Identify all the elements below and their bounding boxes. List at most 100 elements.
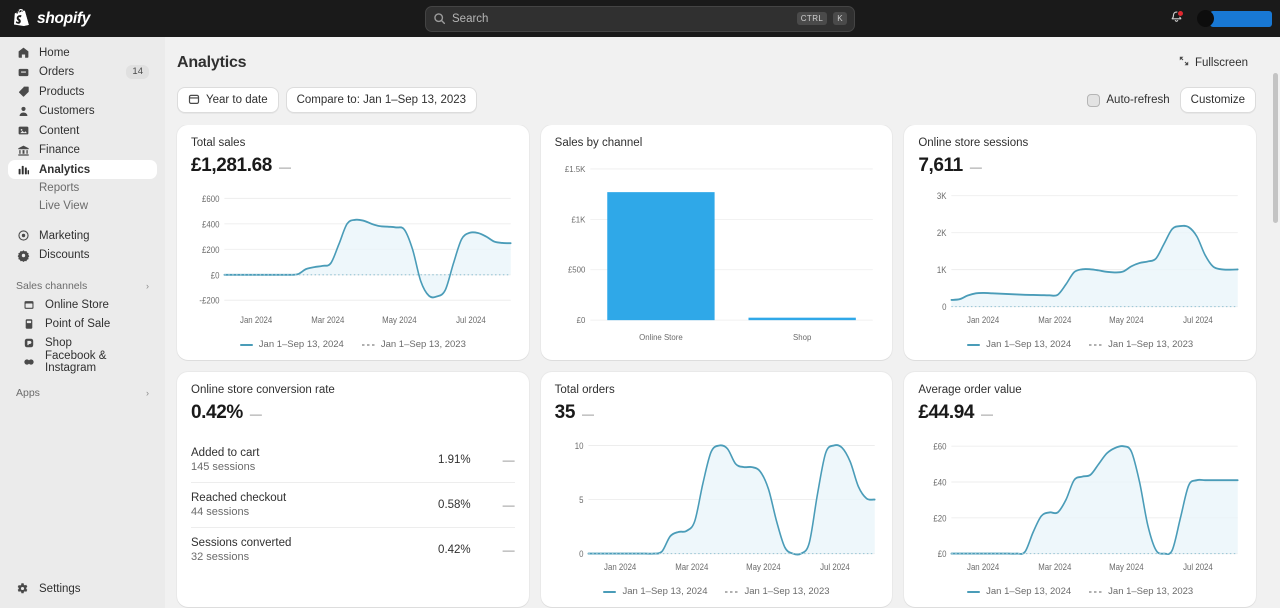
sidebar-item-analytics[interactable]: Analytics bbox=[8, 160, 157, 179]
chart-total-orders[interactable]: 10 5 0 Jan 2024 Mar 2024 May 2024 Jul 2024 bbox=[555, 432, 879, 584]
funnel-step-pct: 1.91% bbox=[438, 454, 471, 466]
funnel-step-delta: — bbox=[502, 543, 515, 557]
card-value-row: 7,611 — bbox=[918, 155, 1242, 177]
gear-icon bbox=[16, 582, 30, 596]
sidebar-subitem-label: Live View bbox=[39, 200, 89, 212]
sidebar-channel-point-of-sale[interactable]: Point of Sale bbox=[8, 315, 157, 334]
expand-arrows-icon bbox=[1178, 55, 1190, 70]
marketing-megaphone-icon bbox=[16, 229, 30, 243]
global-search[interactable]: Search CTRL K bbox=[425, 5, 855, 32]
sales-channels-header[interactable]: Sales channels › bbox=[8, 276, 157, 296]
svg-text:£1K: £1K bbox=[571, 215, 586, 224]
finance-bank-icon bbox=[16, 143, 30, 157]
point-of-sale-icon bbox=[22, 317, 36, 331]
sidebar-item-label: Analytics bbox=[39, 163, 91, 176]
card-title: Total sales bbox=[191, 137, 246, 149]
legend-current-label: Jan 1–Sep 13, 2024 bbox=[986, 339, 1072, 350]
legend-previous: Jan 1–Sep 13, 2023 bbox=[361, 339, 466, 350]
sidebar-item-home[interactable]: Home bbox=[8, 43, 157, 62]
sidebar-item-finance[interactable]: Finance bbox=[8, 141, 157, 160]
sidebar-gap-3 bbox=[0, 372, 165, 383]
card-value-row: 0.42% — bbox=[191, 402, 515, 424]
sidebar-item-settings[interactable]: Settings bbox=[8, 579, 157, 598]
card-delta: — bbox=[969, 160, 982, 174]
sidebar-item-products[interactable]: Products bbox=[8, 82, 157, 101]
sidebar-item-label: Discounts bbox=[39, 249, 90, 261]
page-header: Analytics Fullscreen Year to date Compar… bbox=[165, 37, 1280, 113]
sidebar-channel-online-store[interactable]: Online Store bbox=[8, 296, 157, 315]
svg-text:Jul 2024: Jul 2024 bbox=[1183, 314, 1213, 325]
card-conversion-rate: Online store conversion rate 0.42% — Add… bbox=[177, 372, 529, 607]
funnel-step-sessions: 44 sessions bbox=[191, 506, 250, 518]
compare-to-picker[interactable]: Compare to: Jan 1–Sep 13, 2023 bbox=[285, 87, 478, 113]
legend-solid-swatch bbox=[239, 343, 253, 346]
dashboard-scroll-area[interactable]: Total sales £1,281.68 — £600 £400 £200 £0 -£… bbox=[165, 125, 1280, 608]
vertical-scrollbar[interactable] bbox=[1273, 73, 1278, 223]
card-value-row: £1,281.68 — bbox=[191, 155, 515, 177]
card-total-orders: Total orders 35 — 10 5 0 Jan 2024 Mar 2024 Ma… bbox=[540, 372, 893, 607]
card-delta: — bbox=[981, 407, 994, 421]
funnel-step-name: Reached checkout bbox=[191, 492, 287, 504]
svg-text:£600: £600 bbox=[202, 193, 220, 204]
search-placeholder: Search bbox=[452, 12, 489, 25]
card-total-sales: Total sales £1,281.68 — £600 £400 £200 £0 -£… bbox=[177, 125, 529, 360]
chart-legend: Jan 1–Sep 13, 2024 Jan 1–Sep 13, 2023 bbox=[918, 339, 1242, 350]
svg-text:0: 0 bbox=[579, 548, 584, 559]
svg-text:May 2024: May 2024 bbox=[746, 561, 781, 572]
apps-header[interactable]: Apps › bbox=[8, 383, 157, 403]
legend-current: Jan 1–Sep 13, 2024 bbox=[967, 586, 1071, 597]
page-title-row: Analytics Fullscreen bbox=[177, 51, 1256, 74]
svg-text:£400: £400 bbox=[202, 219, 220, 230]
home-icon bbox=[16, 46, 30, 60]
svg-text:5: 5 bbox=[579, 494, 584, 505]
sidebar-item-customers[interactable]: Customers bbox=[8, 102, 157, 121]
shopify-logo[interactable]: shopify bbox=[0, 9, 165, 28]
sidebar-subitem-reports[interactable]: Reports bbox=[8, 179, 157, 197]
card-average-order-value: Average order value £44.94 — £60 £40 £20 £0… bbox=[904, 372, 1256, 607]
card-delta: — bbox=[278, 160, 291, 174]
fullscreen-button[interactable]: Fullscreen bbox=[1170, 51, 1256, 74]
customers-person-icon bbox=[16, 104, 30, 118]
sidebar-gap-2 bbox=[0, 265, 165, 276]
auto-refresh-checkbox[interactable] bbox=[1087, 93, 1101, 107]
auto-refresh-label: Auto-refresh bbox=[1106, 94, 1170, 106]
sidebar-subitem-live-view[interactable]: Live View bbox=[8, 197, 157, 215]
sidebar-item-orders[interactable]: Orders 14 bbox=[8, 63, 157, 82]
svg-text:2K: 2K bbox=[937, 228, 947, 239]
customize-button[interactable]: Customize bbox=[1179, 87, 1256, 113]
funnel-row[interactable]: Reached checkout 44 sessions 0.58% — bbox=[191, 482, 515, 527]
sidebar-item-marketing[interactable]: Marketing bbox=[8, 226, 157, 245]
svg-text:1K: 1K bbox=[937, 264, 947, 275]
notifications-button[interactable] bbox=[1163, 6, 1189, 32]
calendar-icon bbox=[188, 93, 200, 108]
funnel-row[interactable]: Sessions converted 32 sessions 0.42% — bbox=[191, 527, 515, 572]
conversion-funnel: Added to cart 145 sessions 1.91% — Reach… bbox=[191, 438, 515, 572]
chart-sales-by-channel[interactable]: £1.5K £1K £500 £0 Online Store Shop bbox=[555, 161, 879, 350]
sidebar-item-discounts[interactable]: Discounts bbox=[8, 246, 157, 265]
funnel-row[interactable]: Added to cart 145 sessions 1.91% — bbox=[191, 438, 515, 482]
svg-text:£0: £0 bbox=[938, 548, 947, 559]
svg-text:Jul 2024: Jul 2024 bbox=[456, 314, 486, 325]
discounts-icon bbox=[16, 248, 30, 262]
svg-text:May 2024: May 2024 bbox=[1109, 314, 1144, 325]
card-title: Average order value bbox=[918, 384, 1022, 396]
sidebar-channel-label: Point of Sale bbox=[45, 318, 111, 330]
sidebar-item-content[interactable]: Content bbox=[8, 121, 157, 140]
date-range-picker[interactable]: Year to date bbox=[177, 87, 279, 113]
legend-current-label: Jan 1–Sep 13, 2024 bbox=[258, 339, 344, 350]
auto-refresh-toggle[interactable]: Auto-refresh bbox=[1087, 93, 1170, 107]
avatar-name-redacted bbox=[1210, 10, 1272, 27]
svg-text:£200: £200 bbox=[202, 244, 220, 255]
brand-name: shopify bbox=[37, 9, 91, 27]
sidebar-channel-facebook-instagram[interactable]: Facebook & Instagram bbox=[8, 350, 157, 374]
svg-text:3K: 3K bbox=[937, 191, 947, 202]
chart-online-store-sessions[interactable]: 3K 2K 1K 0 Jan 2024 Mar 2024 May 2024 Jul 2024 bbox=[918, 185, 1242, 337]
chart-average-order-value[interactable]: £60 £40 £20 £0 Jan 2024 Mar 2024 May 2024 Jul 2… bbox=[918, 432, 1242, 584]
avatar[interactable] bbox=[1197, 10, 1272, 27]
chart-total-sales[interactable]: £600 £400 £200 £0 -£200 Jan 2024 Mar 2024 May 2… bbox=[191, 185, 515, 337]
svg-text:Mar 2024: Mar 2024 bbox=[1039, 561, 1072, 572]
funnel-step-name: Added to cart bbox=[191, 447, 260, 459]
svg-text:£500: £500 bbox=[568, 266, 586, 275]
card-title: Total orders bbox=[554, 384, 615, 396]
